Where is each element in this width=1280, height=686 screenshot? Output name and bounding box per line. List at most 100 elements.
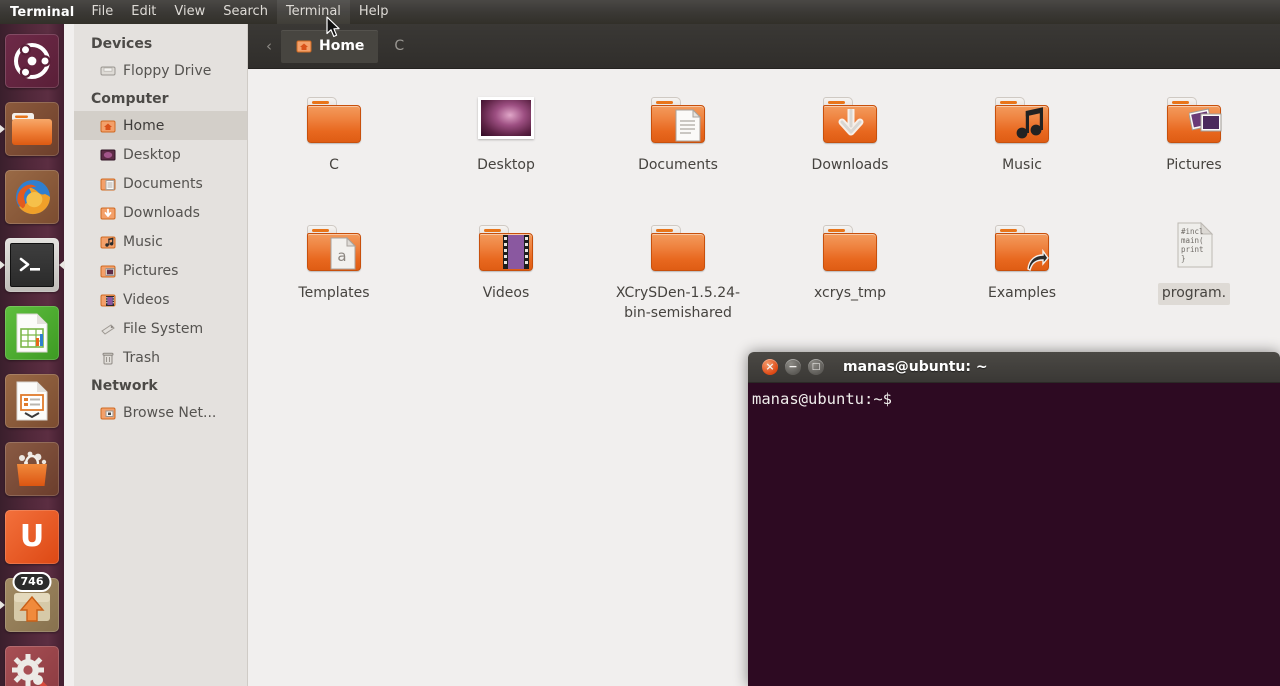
sidebar-item-label: Home [123,117,165,134]
sidebar-item-documents[interactable]: Documents [74,169,247,198]
launcher-item-software-updater[interactable]: 746 [0,572,59,632]
launcher-item-libreoffice-calc[interactable] [5,306,59,360]
menu-help[interactable]: Help [350,0,398,24]
terminal-icon [5,238,59,292]
top-panel: Terminal File Edit View Search Terminal … [0,0,1280,24]
sidebar-item-label: Pictures [123,262,179,279]
sidebar-item-file-system[interactable]: File System [74,314,247,343]
minimize-icon[interactable]: − [785,359,801,375]
home-folder-icon [295,38,313,54]
launcher-item-terminal[interactable] [0,238,65,292]
firefox-icon [5,170,59,224]
svg-text:main(: main( [1181,236,1204,245]
launcher-item-ubuntu-dash[interactable] [5,34,59,88]
file-label: Pictures [1166,157,1222,173]
sidebar-item-label: Documents [123,175,203,192]
file-item-xcrys-tmp[interactable]: xcrys_tmp [764,211,936,325]
menu-search[interactable]: Search [214,0,277,24]
maximize-icon[interactable]: □ [808,359,824,375]
sidebar-heading-devices: Devices [91,36,153,52]
file-label: XCrySDen-1.5.24-bin-semishared [615,284,741,321]
file-item-examples[interactable]: Examples [936,211,1108,325]
launcher-item-libreoffice-impress[interactable] [5,374,59,428]
videos-icon [100,292,116,308]
breadcrumb-c[interactable]: C [380,30,418,63]
file-label: Music [1002,157,1042,173]
sidebar-item-browse-network[interactable]: Browse Net... [74,398,247,427]
terminal-title-text: manas@ubuntu: ~ [843,359,988,375]
folder-documents-icon [646,93,710,149]
file-item-downloads[interactable]: Downloads [764,83,936,177]
close-icon[interactable]: × [762,359,778,375]
folder-plain-icon [646,221,710,277]
svg-text:#incl: #incl [1181,227,1204,236]
file-item-documents[interactable]: Documents [592,83,764,177]
file-label: xcrys_tmp [813,284,887,301]
folder-templates-icon: a [302,221,366,277]
launcher-item-system-settings[interactable] [5,646,59,686]
spreadsheet-icon [5,306,59,360]
sidebar-item-label: Downloads [123,204,200,221]
launcher-item-software-center[interactable] [5,442,59,496]
launcher-item-firefox[interactable] [5,170,59,224]
ubuntu-one-icon: U [5,510,59,564]
folder-plain-icon [302,93,366,149]
terminal-output-area[interactable]: manas@ubuntu:~$ [748,383,1280,686]
svg-text:a: a [337,247,346,265]
file-label: Templates [298,284,370,301]
terminal-window[interactable]: × − □ manas@ubuntu: ~ manas@ubuntu:~$ [748,352,1280,686]
file-label: Examples [987,284,1057,301]
pictures-icon [100,263,116,279]
sidebar-item-videos[interactable]: Videos [74,285,247,314]
terminal-titlebar[interactable]: × − □ manas@ubuntu: ~ [748,352,1280,383]
documents-icon [100,176,116,192]
desktop-wallpaper-icon [474,93,538,149]
file-item-program-c[interactable]: #incl main( print } program. [1108,211,1280,325]
folder-videos-icon [474,221,538,277]
file-item-music[interactable]: Music [936,83,1108,177]
launcher-item-files[interactable] [0,102,59,156]
file-label: C [329,157,339,173]
icon-row: a Templates Videos XCrySDen-1.5.24-bin-s… [248,211,1280,325]
presentation-icon [5,374,59,428]
gear-wrench-icon [5,646,59,686]
network-browse-icon [100,405,116,421]
file-item-c[interactable]: C [248,83,420,177]
menu-edit[interactable]: Edit [122,0,165,24]
sidebar-item-desktop[interactable]: Desktop [74,140,247,169]
file-item-videos[interactable]: Videos [420,211,592,325]
folder-symlink-icon [990,221,1054,277]
sidebar-item-music[interactable]: Music [74,227,247,256]
sidebar-item-trash[interactable]: Trash [74,343,247,372]
menu-view[interactable]: View [165,0,214,24]
file-label: program. [1157,282,1231,305]
sidebar-item-home[interactable]: Home [74,111,247,140]
sidebar-item-floppy-drive[interactable]: Floppy Drive [74,56,247,85]
sidebar-item-label: Videos [123,291,170,308]
floppy-drive-icon [100,63,116,79]
sidebar-item-label: Browse Net... [123,404,217,421]
menu-file[interactable]: File [82,0,122,24]
chevron-left-icon[interactable]: ‹ [259,37,279,55]
file-item-xcrysden[interactable]: XCrySDen-1.5.24-bin-semishared [592,211,764,325]
sidebar-item-downloads[interactable]: Downloads [74,198,247,227]
sidebar-heading-network: Network [91,378,158,394]
desktop-icon [100,147,116,163]
file-label: Desktop [477,157,535,173]
file-item-templates[interactable]: a Templates [248,211,420,325]
updates-count-badge: 746 [12,572,52,592]
places-sidebar[interactable]: Devices Floppy Drive Computer Home Deskt… [74,24,248,686]
terminal-prompt-line: manas@ubuntu:~$ [752,390,892,408]
file-item-desktop[interactable]: Desktop [420,83,592,177]
sidebar-item-pictures[interactable]: Pictures [74,256,247,285]
sidebar-item-label: Floppy Drive [123,62,212,79]
breadcrumb: ‹ Home C [248,24,1280,69]
launcher-item-ubuntu-one[interactable]: U [5,510,59,564]
focused-indicator-right [59,260,65,270]
file-item-pictures[interactable]: Pictures [1108,83,1280,177]
file-label: Documents [638,157,718,173]
mouse-cursor [326,16,342,44]
source-code-file-icon: #incl main( print } [1162,221,1226,277]
trash-icon [100,350,116,366]
sidebar-item-label: Desktop [123,146,181,163]
